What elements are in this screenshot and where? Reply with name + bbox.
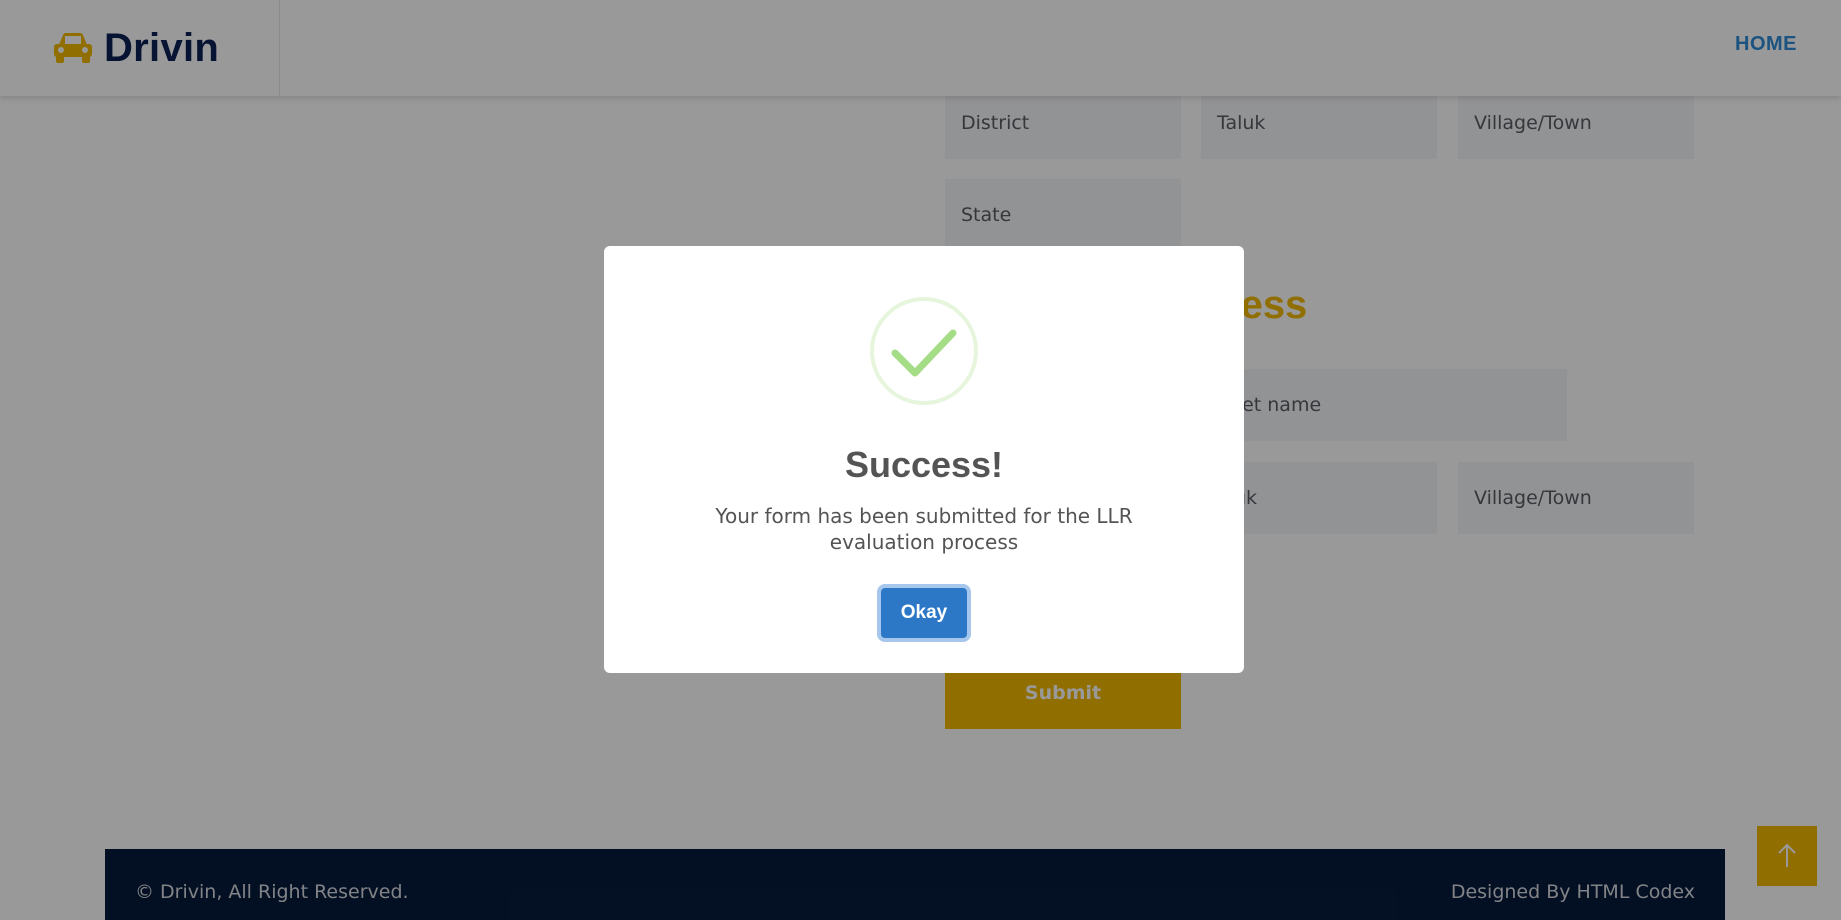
- success-dialog: Success! Your form has been submitted fo…: [604, 246, 1244, 673]
- dialog-title: Success!: [844, 444, 1004, 485]
- okay-button[interactable]: Okay: [877, 584, 971, 642]
- check-circle-icon: [870, 297, 978, 405]
- dialog-message: Your form has been submitted for the LLR…: [715, 504, 1133, 554]
